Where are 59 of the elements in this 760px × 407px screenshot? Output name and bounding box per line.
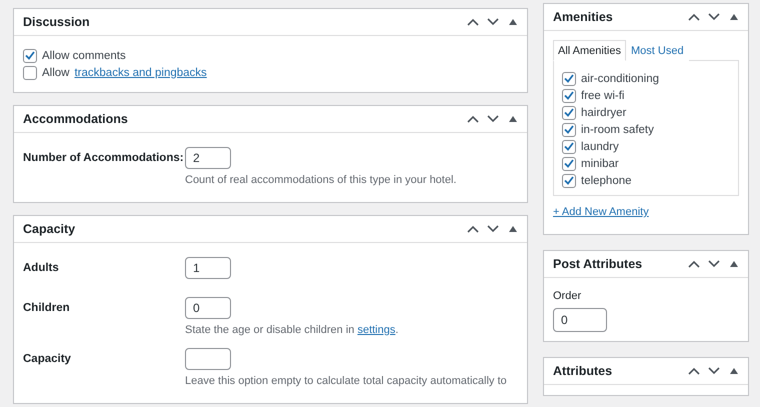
checkbox-label: laundry — [581, 140, 619, 152]
checkbox-label: Allow — [42, 66, 70, 78]
panel-title: Amenities — [553, 10, 613, 24]
panel-title: Capacity — [23, 222, 76, 236]
help-text: Count of real accommodations of this type in your hotel. — [185, 174, 458, 186]
order-label: Order — [553, 290, 582, 302]
triangle-up-icon — [730, 14, 738, 20]
triangle-up-icon — [730, 368, 738, 374]
checkbox[interactable] — [562, 106, 576, 120]
checkbox[interactable] — [562, 122, 576, 136]
help-text: State the age or disable children in settings. — [185, 324, 400, 336]
chevron-down-icon — [487, 18, 499, 26]
chevron-down-icon — [487, 115, 499, 123]
triangle-up-icon — [730, 261, 738, 267]
chevron-up-icon — [467, 115, 479, 123]
checkbox[interactable] — [562, 72, 576, 86]
checkbox[interactable] — [562, 174, 576, 188]
checkbox-label: hairdryer — [581, 106, 626, 118]
checkbox[interactable] — [562, 156, 576, 170]
amenities-tab[interactable]: All Amenities — [553, 40, 626, 61]
field-label: Children — [23, 301, 71, 314]
number-input[interactable]: 1 — [185, 257, 231, 279]
number-input[interactable] — [185, 348, 231, 370]
panel-title: Accommodations — [23, 112, 128, 126]
panel-title: Post Attributes — [553, 257, 642, 271]
field-label: Capacity — [23, 352, 72, 365]
field-label: Adults — [23, 261, 60, 274]
field-label: Number of Accommodations: — [23, 151, 185, 164]
chevron-up-icon — [467, 18, 479, 26]
chevron-up-icon — [467, 225, 479, 233]
number-input[interactable]: 2 — [185, 147, 231, 169]
chevron-up-icon — [688, 13, 700, 21]
triangle-up-icon — [509, 226, 517, 232]
checkbox-label: telephone — [581, 174, 632, 186]
chevron-up-icon — [688, 260, 700, 268]
panel-title: Attributes — [553, 364, 612, 378]
checkbox[interactable] — [562, 140, 576, 154]
add-amenity-link[interactable]: + Add New Amenity — [553, 206, 649, 218]
checkbox-label: Allow comments — [42, 50, 126, 62]
chevron-up-icon — [688, 367, 700, 375]
checkbox-label: free wi-fi — [581, 90, 624, 102]
chevron-down-icon — [708, 367, 720, 375]
triangle-up-icon — [509, 116, 517, 122]
checkbox[interactable] — [23, 66, 37, 80]
order-input[interactable]: 0 — [553, 308, 607, 332]
help-text: Leave this option empty to calculate total capacity automatically to — [185, 375, 508, 387]
chevron-down-icon — [708, 13, 720, 21]
settings-link[interactable]: settings — [357, 324, 396, 336]
checkbox-label: minibar — [581, 158, 619, 170]
panel-title: Discussion — [23, 15, 90, 29]
checkbox[interactable] — [562, 88, 576, 102]
number-input[interactable]: 0 — [185, 297, 231, 319]
checkbox-label: in-room safety — [581, 124, 654, 136]
triangle-up-icon — [509, 19, 517, 25]
chevron-down-icon — [708, 260, 720, 268]
checkbox-label: air-conditioning — [581, 72, 659, 84]
trackbacks-link[interactable]: trackbacks and pingbacks — [74, 66, 207, 78]
chevron-down-icon — [487, 225, 499, 233]
checkbox[interactable] — [23, 48, 37, 62]
